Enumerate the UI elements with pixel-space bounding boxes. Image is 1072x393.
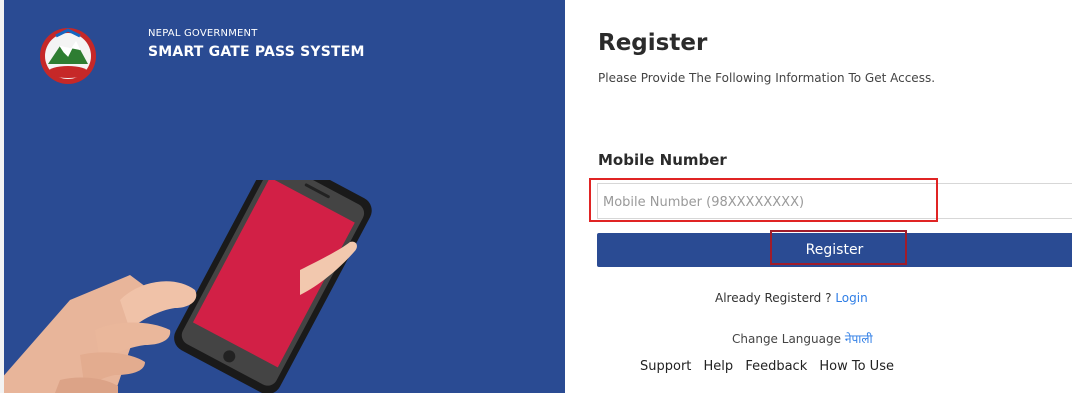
support-link[interactable]: Support <box>640 359 691 374</box>
login-prompt-text: Already Registerd ? <box>715 291 832 305</box>
nepal-emblem-icon <box>40 28 96 84</box>
register-button-highlight-box <box>770 230 907 265</box>
org-name-small: NEPAL GOVERNMENT <box>148 28 258 39</box>
system-name: SMART GATE PASS SYSTEM <box>148 44 365 60</box>
left-panel: NEPAL GOVERNMENT SMART GATE PASS SYSTEM <box>0 0 565 393</box>
login-link[interactable]: Login <box>835 291 867 305</box>
mobile-number-input[interactable] <box>601 186 935 218</box>
how-to-use-link[interactable]: How To Use <box>819 359 894 374</box>
page-title: Register <box>598 30 708 56</box>
help-link[interactable]: Help <box>704 359 734 374</box>
language-switch-text: Change Language <box>732 332 841 346</box>
register-panel: Register Please Provide The Following In… <box>565 0 1072 393</box>
hand-holding-phone-illustration <box>0 180 372 393</box>
login-prompt: Already Registerd ? Login <box>715 291 868 305</box>
language-switch: Change Language नेपाली <box>732 330 873 347</box>
footer-links: Support Help Feedback How To Use <box>640 359 902 374</box>
nepali-language-link[interactable]: नेपाली <box>845 332 873 346</box>
page-subtitle: Please Provide The Following Information… <box>598 71 936 85</box>
feedback-link[interactable]: Feedback <box>745 359 807 374</box>
mobile-number-label: Mobile Number <box>598 151 727 169</box>
